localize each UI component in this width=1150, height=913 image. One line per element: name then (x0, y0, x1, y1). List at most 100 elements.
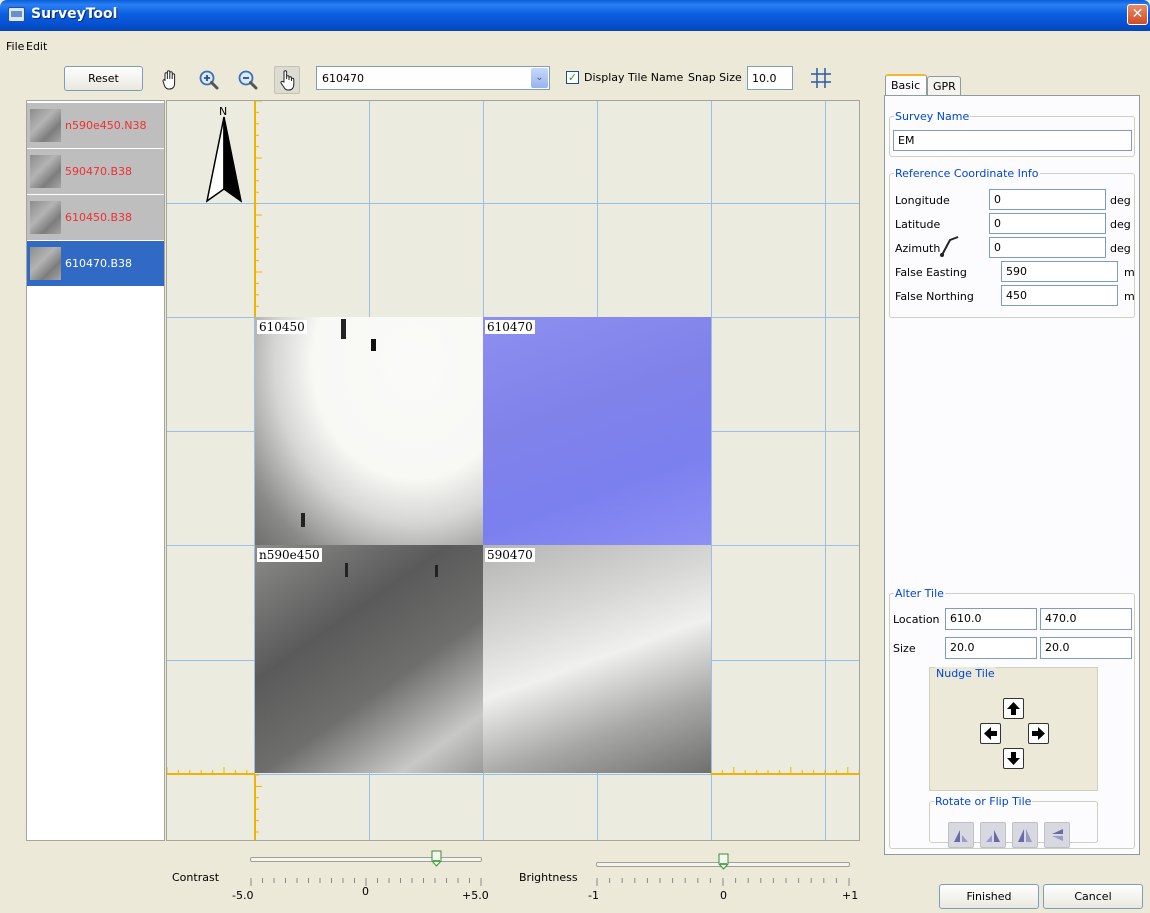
tile-name-label: 610470 (485, 320, 535, 334)
longitude-label: Longitude (895, 194, 950, 207)
azimuth-icon[interactable] (938, 234, 962, 258)
cancel-button[interactable]: Cancel (1043, 884, 1143, 909)
chevron-down-icon[interactable]: ⌄ (531, 68, 548, 88)
arrow-down-icon (1007, 752, 1020, 765)
latitude-unit: deg (1110, 218, 1131, 231)
close-button[interactable]: ✕ (1127, 4, 1148, 25)
tile-name-label: n590e450 (257, 548, 322, 562)
pointer-hand-icon (280, 70, 295, 91)
flip-horizontal-button[interactable] (1012, 822, 1038, 848)
contrast-label: Contrast (172, 871, 220, 884)
survey-name-input[interactable]: EM (893, 130, 1132, 151)
brightness-ticks (596, 878, 850, 886)
list-item-selected[interactable]: 610470.B38 (27, 241, 164, 286)
tile-select-value: 610470 (322, 72, 364, 85)
reference-coordinate-title: Reference Coordinate Info (894, 167, 1040, 180)
window-title: SurveyTool (31, 6, 118, 22)
file-label: 610470.B38 (65, 257, 133, 270)
nudge-right-button[interactable] (1028, 723, 1049, 744)
file-label: n590e450.N38 (65, 119, 147, 132)
false-easting-label: False Easting (895, 266, 967, 279)
nudge-up-button[interactable] (1003, 698, 1024, 719)
arrow-up-icon (1007, 702, 1020, 715)
grid-toggle-button[interactable] (808, 64, 834, 92)
contrast-min-label: -5.0 (232, 889, 254, 902)
flip-vertical-icon (1052, 829, 1063, 841)
contrast-slider-thumb[interactable] (431, 850, 442, 867)
nudge-down-button[interactable] (1003, 748, 1024, 769)
app-icon (8, 7, 25, 22)
north-label: N (219, 105, 228, 118)
azimuth-input[interactable]: 0 (989, 237, 1106, 258)
flip-vertical-button[interactable] (1044, 822, 1070, 848)
rotate-left-icon (954, 830, 968, 842)
location-y-input[interactable]: 470.0 (1040, 608, 1132, 630)
survey-tile[interactable]: n590e450 (255, 545, 483, 773)
tile-select-dropdown[interactable]: 610470 ⌄ (316, 66, 550, 90)
tile-thumbnail (30, 201, 61, 234)
brightness-label: Brightness (519, 871, 578, 884)
tile-name-label: 590470 (485, 548, 535, 562)
arrow-right-icon (1032, 727, 1045, 740)
latitude-input[interactable]: 0 (989, 213, 1106, 234)
basic-panel: Survey Name EM Reference Coordinate Info… (884, 95, 1140, 855)
zoom-out-button[interactable] (235, 66, 261, 94)
reset-button[interactable]: Reset (64, 66, 143, 91)
zoom-out-icon (238, 70, 258, 90)
rotate-left-button[interactable] (948, 822, 974, 848)
tile-thumbnail (30, 109, 61, 142)
rotate-flip-title: Rotate or Flip Tile (934, 795, 1033, 808)
tile-file-list: n590e450.N38 590470.B38 610450.B38 61047… (26, 100, 165, 841)
size-x-input[interactable]: 20.0 (945, 637, 1037, 659)
rotate-right-icon (986, 830, 1000, 842)
latitude-label: Latitude (895, 218, 941, 231)
list-item[interactable]: n590e450.N38 (27, 103, 164, 148)
survey-name-group: Survey Name EM (889, 110, 1135, 157)
finished-button[interactable]: Finished (939, 884, 1039, 909)
false-northing-unit: m (1124, 290, 1135, 303)
location-label: Location (893, 613, 940, 626)
grid-icon (811, 68, 831, 88)
north-arrow-icon (205, 116, 243, 203)
survey-tile-selected[interactable]: 610470 (483, 317, 711, 545)
snap-size-input[interactable]: 10.0 (747, 66, 793, 90)
azimuth-label: Azimuth (895, 242, 941, 255)
menu-file[interactable]: File (6, 40, 24, 53)
list-item[interactable]: 610450.B38 (27, 195, 164, 240)
false-easting-input[interactable]: 590 (1001, 261, 1118, 282)
file-label: 610450.B38 (65, 211, 133, 224)
longitude-input[interactable]: 0 (989, 189, 1106, 210)
size-y-input[interactable]: 20.0 (1040, 637, 1132, 659)
brightness-mid-label: 0 (720, 889, 727, 902)
tab-basic[interactable]: Basic (885, 74, 927, 96)
rotate-right-button[interactable] (980, 822, 1006, 848)
tile-thumbnail (30, 155, 61, 188)
false-northing-input[interactable]: 450 (1001, 285, 1118, 306)
select-pointer-button[interactable] (274, 66, 300, 94)
nudge-left-button[interactable] (980, 723, 1001, 744)
display-tile-name-checkbox[interactable]: ✓ (566, 71, 579, 84)
survey-tile[interactable]: 610450 (255, 317, 483, 545)
pan-hand-button[interactable] (157, 66, 183, 94)
zoom-in-icon (199, 70, 219, 90)
brightness-slider-thumb[interactable] (718, 853, 729, 870)
zoom-in-button[interactable] (196, 66, 222, 94)
contrast-max-label: +5.0 (462, 889, 489, 902)
brightness-max-label: +1 (842, 889, 859, 902)
file-label: 590470.B38 (65, 165, 133, 178)
reference-coordinate-group: Reference Coordinate Info Longitude 0 de… (889, 167, 1135, 318)
location-x-input[interactable]: 610.0 (945, 608, 1037, 630)
title-bar: SurveyTool ✕ (0, 0, 1150, 31)
alter-tile-title: Alter Tile (894, 587, 945, 600)
display-tile-name-label: Display Tile Name (584, 71, 684, 84)
list-item[interactable]: 590470.B38 (27, 149, 164, 194)
snap-size-label: Snap Size (688, 71, 742, 84)
survey-tile[interactable]: 590470 (483, 545, 711, 773)
longitude-unit: deg (1110, 194, 1131, 207)
contrast-slider-track[interactable] (250, 857, 482, 862)
tab-gpr[interactable]: GPR (927, 76, 961, 97)
menu-edit[interactable]: Edit (26, 40, 47, 53)
tile-name-label: 610450 (257, 320, 307, 334)
survey-canvas[interactable]: N 610450 610470 n590e450 590470 (166, 100, 860, 841)
nudge-tile-group: Nudge Tile (929, 667, 1098, 791)
